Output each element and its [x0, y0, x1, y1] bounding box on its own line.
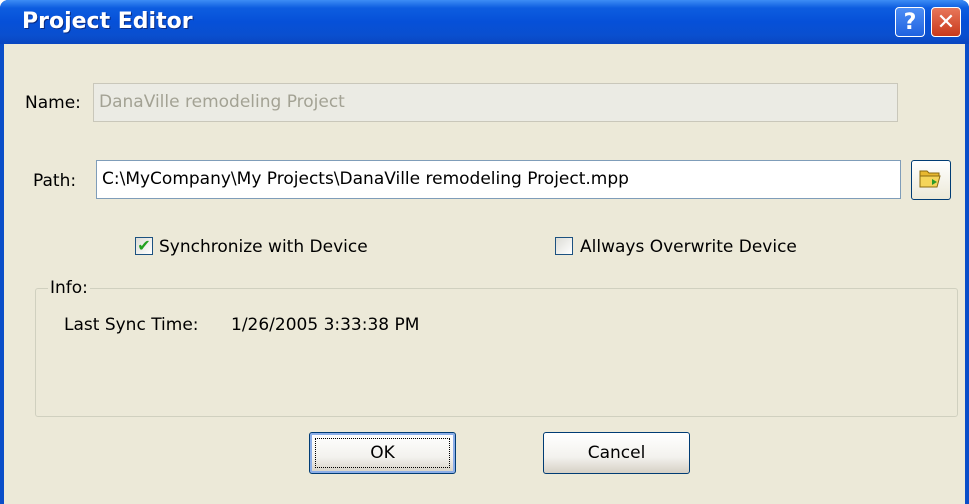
sync-label[interactable]: Synchronize with Device: [159, 237, 368, 257]
info-groupbox: [35, 288, 958, 417]
folder-open-icon: [918, 167, 944, 193]
name-field[interactable]: DanaVille remodeling Project: [93, 83, 898, 122]
checkmark-icon: ✔: [137, 236, 151, 255]
browse-button[interactable]: [911, 160, 951, 200]
cancel-label: Cancel: [587, 443, 646, 463]
last-sync-label: Last Sync Time:: [64, 315, 199, 335]
close-icon: ✕: [936, 9, 956, 35]
last-sync-value: 1/26/2005 3:33:38 PM: [231, 315, 420, 335]
ok-button[interactable]: OK: [309, 432, 456, 474]
name-label: Name:: [25, 93, 81, 113]
title-bar[interactable]: Project Editor ? ✕: [0, 0, 969, 44]
focus-ring: [315, 438, 450, 468]
overwrite-checkbox[interactable]: [555, 237, 573, 255]
overwrite-label[interactable]: Allways Overwrite Device: [580, 237, 797, 257]
help-icon: ?: [903, 9, 917, 35]
sync-checkbox[interactable]: ✔: [135, 237, 153, 255]
path-field[interactable]: C:\MyCompany\My Projects\DanaVille remod…: [96, 160, 901, 199]
info-legend: Info:: [48, 278, 90, 298]
cancel-button[interactable]: Cancel: [543, 432, 690, 474]
project-editor-window: Project Editor ? ✕ Name: DanaVille remod…: [0, 0, 969, 504]
path-label: Path:: [33, 171, 77, 191]
window-title: Project Editor: [22, 9, 193, 34]
close-button[interactable]: ✕: [931, 7, 961, 37]
dialog-body: Name: DanaVille remodeling Project Path:…: [4, 44, 965, 504]
help-button[interactable]: ?: [895, 7, 925, 37]
